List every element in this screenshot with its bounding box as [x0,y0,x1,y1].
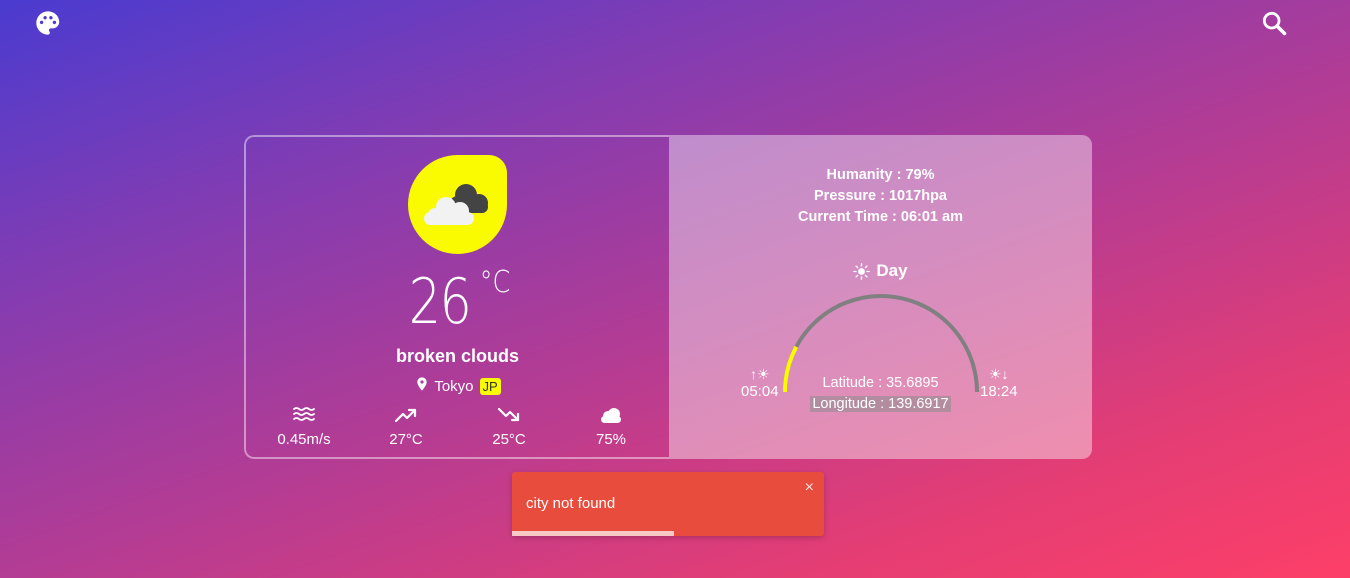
weather-card: 26 °C broken clouds Tokyo JP 0.45m/s 27°… [244,135,1092,459]
sun-icon [853,262,871,280]
weather-description: broken clouds [395,346,520,366]
country-badge: JP [479,377,501,395]
wind-icon [293,407,315,421]
period-text: Day [876,261,908,280]
stat-clouds: 75% [566,405,656,449]
temperature-display: 26 °C [246,265,669,338]
longitude-text: Longitude : 139.6917 [810,396,951,412]
stat-wind: 0.45m/s [259,405,349,449]
stat-temp-min: 25°C [464,405,554,449]
weather-details-panel: Humanity : 79% Pressure : 1017hpa Curren… [669,135,1092,459]
city-name: Tokyo [434,377,474,395]
weather-summary-panel: 26 °C broken clouds Tokyo JP 0.45m/s 27°… [244,135,669,459]
current-time-text: Current Time : 06:01 am [798,209,963,225]
temp-min-value: 25°C [492,431,526,448]
coordinates: Latitude : 35.6895 Longitude : 139.6917 [669,373,1092,415]
location: Tokyo JP [246,375,669,397]
broken-clouds-icon [408,155,507,254]
temperature-value: 26 [408,265,472,338]
toast-progress-bar [512,531,675,536]
details-info: Humanity : 79% Pressure : 1017hpa Curren… [669,165,1092,228]
search-icon[interactable] [1260,9,1288,37]
cloud-icon [601,408,621,423]
trending-down-icon [497,407,520,422]
day-label: Day [669,261,1092,281]
trending-up-icon [394,408,417,423]
palette-icon[interactable] [34,9,62,37]
stat-temp-max: 27°C [361,405,451,449]
toast-message: city not found [526,495,616,512]
weather-stats: 0.45m/s 27°C 25°C 75% [246,405,669,455]
temp-max-value: 27°C [389,431,423,448]
clouds-value: 75% [595,431,627,448]
error-toast: city not found × [512,472,824,536]
map-pin-icon [414,375,430,397]
wind-value: 0.45m/s [277,431,331,448]
temperature-unit: °C [479,265,511,300]
humidity-text: Humanity : 79% [826,167,935,183]
close-icon[interactable]: × [805,479,814,497]
latitude-text: Latitude : 35.6895 [822,375,939,391]
pressure-text: Pressure : 1017hpa [814,188,947,204]
